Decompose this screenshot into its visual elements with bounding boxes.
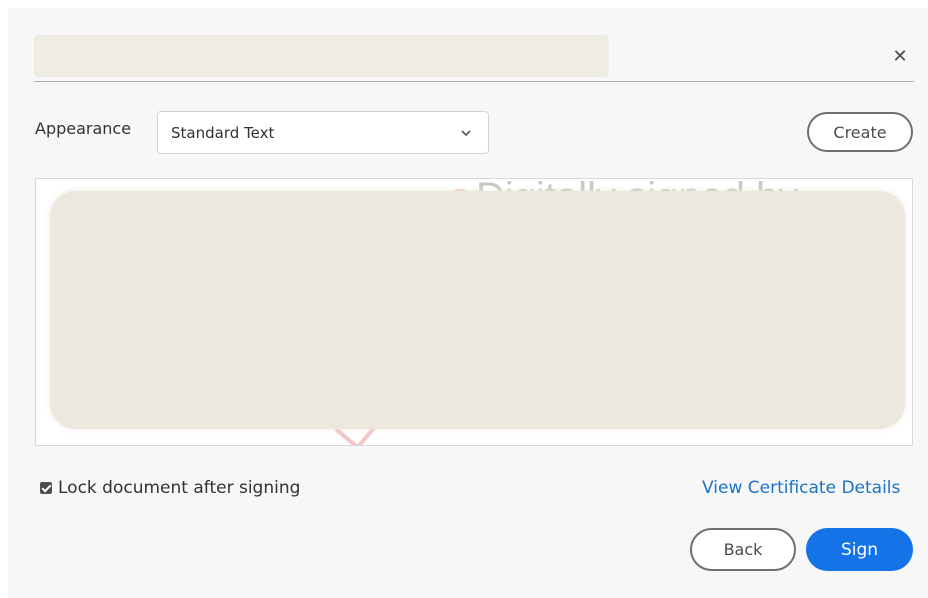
title-divider [34,81,914,82]
back-button[interactable]: Back [690,528,796,571]
dialog-title-redacted [34,35,609,77]
appearance-label: Appearance [35,119,132,138]
appearance-select-value: Standard Text [171,123,275,142]
lock-document-label: Lock document after signing [58,478,301,498]
close-icon[interactable]: ✕ [884,40,916,72]
chevron-down-icon [461,130,471,137]
sign-dialog: ✕ Appearance Standard Text Create Digita… [8,8,928,598]
appearance-select[interactable]: Standard Text [157,111,489,154]
signature-preview: Digitally signed by [35,178,913,446]
signature-redacted [50,191,905,429]
sign-button[interactable]: Sign [806,528,913,571]
create-button[interactable]: Create [807,112,913,152]
view-certificate-link[interactable]: View Certificate Details [702,478,900,498]
lock-document-option[interactable]: Lock document after signing [40,478,300,498]
lock-document-checkbox[interactable] [40,482,52,494]
